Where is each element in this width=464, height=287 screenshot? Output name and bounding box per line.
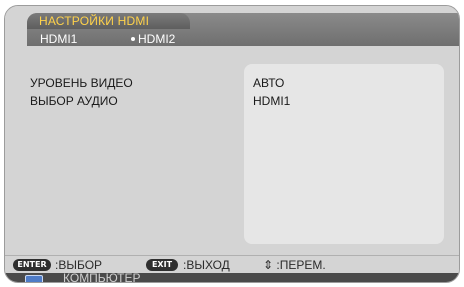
subtab-hdmi1[interactable]: HDMI1 — [40, 32, 77, 46]
exit-hint: :ВЫХОД — [183, 258, 230, 272]
source-label: КОМПЬЮТЕР — [63, 271, 141, 283]
enter-hint: :ВЫБОР — [55, 258, 103, 272]
setting-audio-select-label[interactable]: ВЫБОР АУДИО — [30, 94, 118, 108]
settings-content: УРОВЕНЬ ВИДЕО АВТО ВЫБОР АУДИО HDMI1 — [8, 50, 458, 253]
enter-key-icon: ENTER — [13, 259, 51, 271]
setting-audio-select-value[interactable]: HDMI1 — [253, 94, 290, 108]
exit-key-icon: EXIT — [146, 259, 178, 271]
move-hint-text: :ПЕРЕМ. — [276, 258, 326, 272]
value-panel — [244, 64, 444, 244]
move-hint: ⇕ :ПЕРЕМ. — [263, 258, 326, 272]
selected-dot-icon — [131, 36, 135, 41]
setting-video-level-label[interactable]: УРОВЕНЬ ВИДЕО — [30, 76, 133, 90]
monitor-icon — [25, 275, 43, 282]
setting-video-level-value[interactable]: АВТО — [253, 76, 284, 90]
tab-title: НАСТРОЙКИ HDMI — [39, 14, 150, 28]
subtab-hdmi2-label: HDMI2 — [138, 32, 176, 46]
subtab-hdmi2[interactable]: HDMI2 — [131, 32, 175, 46]
up-down-arrows-icon: ⇕ — [263, 258, 274, 272]
osd-menu: НАСТРОЙКИ HDMI HDMI1 HDMI2 УРОВЕНЬ ВИДЕО… — [4, 5, 460, 283]
exit-hint-text: :ВЫХОД — [183, 258, 230, 272]
